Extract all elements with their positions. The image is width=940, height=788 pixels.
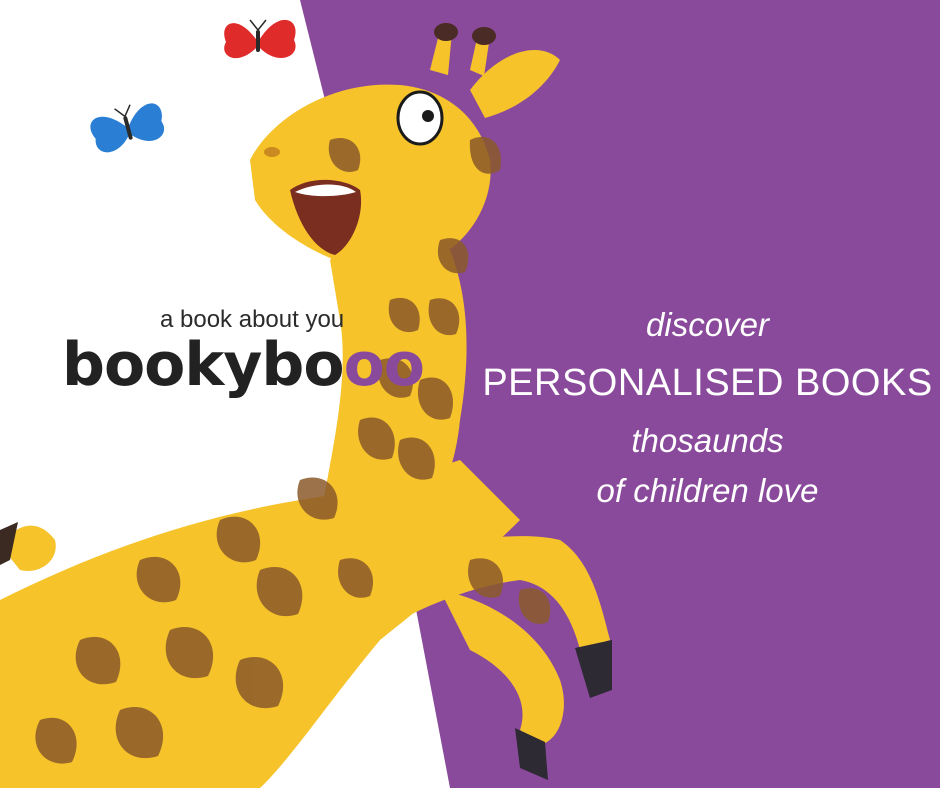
brand-logo-circles: oo xyxy=(343,330,425,400)
butterfly-blue-icon xyxy=(90,103,165,153)
ad-banner: a book about you bookybooo discover PERS… xyxy=(0,0,940,788)
promo-line-personalised: PERSONALISED BOOKS xyxy=(482,362,933,404)
brand-logo: bookybooo xyxy=(62,330,425,400)
promo-line-thousands: thosaunds xyxy=(631,422,784,459)
promo-text: discover PERSONALISED BOOKS thosaunds of… xyxy=(475,300,940,516)
brand-logo-tail: bo xyxy=(261,330,344,400)
butterfly-red-icon xyxy=(224,19,296,59)
brand-logo-main: booky xyxy=(62,330,262,400)
promo-line-discover: discover xyxy=(646,306,769,343)
promo-line-children: of children love xyxy=(596,472,819,509)
